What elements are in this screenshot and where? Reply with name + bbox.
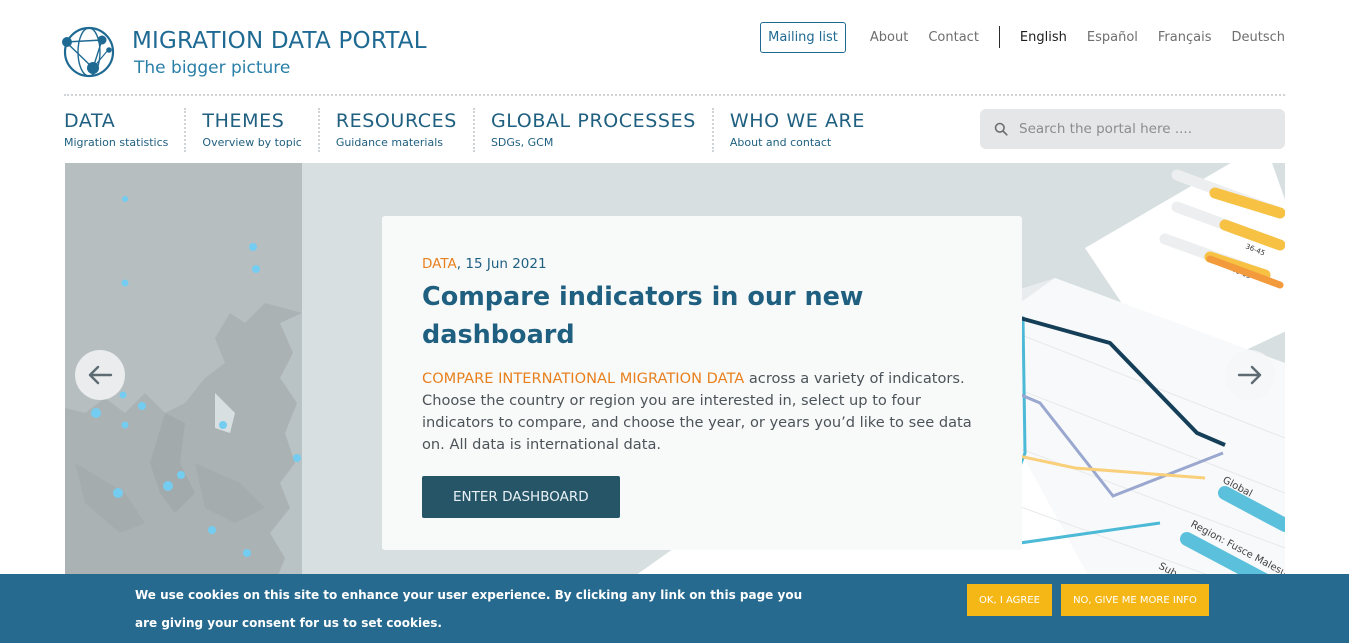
nav-who-we-are-title: WHO WE ARE [729, 110, 865, 132]
language-deutsch[interactable]: Deutsch [1231, 30, 1285, 45]
nav-data-sub: Migration statistics [64, 136, 169, 149]
arrow-left-icon [88, 365, 113, 385]
hero-meta: DATA, 15 Jun 2021 [422, 256, 982, 272]
nav-global-processes-sub: SDGs, GCM [490, 136, 554, 149]
hero-date: , 15 Jun 2021 [456, 256, 547, 272]
nav-data[interactable]: DATA Migration statistics [64, 108, 184, 152]
nav-themes-sub: Overview by topic [202, 136, 302, 149]
nav-who-we-are[interactable]: WHO WE ARE About and contact [711, 108, 881, 152]
contact-link[interactable]: Contact [928, 30, 979, 45]
search-box[interactable] [980, 109, 1285, 149]
cookie-message: We use cookies on this site to enhance y… [135, 588, 803, 630]
hero-body: COMPARE INTERNATIONAL MIGRATION DATA acr… [422, 368, 982, 456]
search-input[interactable] [1019, 121, 1269, 137]
nav-data-title: DATA [64, 110, 116, 132]
nav-themes[interactable]: THEMES Overview by topic [184, 108, 317, 152]
hero-carousel: 36-45 46-65 Global Region: Fusce Malesua… [65, 163, 1285, 643]
mailing-list-button[interactable]: Mailing list [760, 21, 846, 53]
hero-body-highlight[interactable]: COMPARE INTERNATIONAL MIGRATION DATA [422, 370, 744, 387]
language-francais[interactable]: Français [1158, 30, 1212, 45]
brand-tagline: The bigger picture [134, 58, 291, 78]
nav-resources-sub: Guidance materials [335, 136, 444, 149]
utility-divider [998, 26, 1000, 48]
brand-title[interactable]: MIGRATION DATA PORTAL [132, 28, 427, 54]
carousel-next-button[interactable] [1225, 350, 1275, 400]
hero-title[interactable]: Compare indicators in our new dashboard [422, 278, 942, 354]
cookie-banner: We use cookies on this site to enhance y… [0, 574, 1349, 643]
arrow-right-icon [1237, 365, 1262, 385]
nav-global-processes-title: GLOBAL PROCESSES [490, 110, 696, 132]
nav-resources-title: RESOURCES [335, 110, 457, 132]
nav-global-processes[interactable]: GLOBAL PROCESSES SDGs, GCM [472, 108, 712, 152]
cookie-agree-button[interactable]: OK, I AGREE [967, 584, 1052, 616]
main-nav: DATA Migration statistics THEMES Overvie… [64, 108, 881, 152]
language-espanol[interactable]: Español [1087, 30, 1138, 45]
nav-who-we-are-sub: About and contact [729, 136, 832, 149]
nav-themes-title: THEMES [202, 110, 285, 132]
portal-logo-icon[interactable] [60, 24, 116, 80]
cookie-more-info-button[interactable]: NO, GIVE ME MORE INFO [1061, 584, 1209, 616]
enter-dashboard-button[interactable]: ENTER DASHBOARD [422, 476, 620, 518]
carousel-prev-button[interactable] [75, 350, 125, 400]
about-link[interactable]: About [870, 30, 908, 45]
utility-nav: Mailing list About Contact English Españ… [760, 21, 1285, 53]
header-divider [64, 94, 1285, 96]
hero-card: DATA, 15 Jun 2021 Compare indicators in … [382, 216, 1022, 550]
nav-resources[interactable]: RESOURCES Guidance materials [317, 108, 473, 152]
hero-category[interactable]: DATA [422, 256, 457, 272]
search-icon [994, 122, 1008, 136]
language-english[interactable]: English [1020, 30, 1067, 45]
